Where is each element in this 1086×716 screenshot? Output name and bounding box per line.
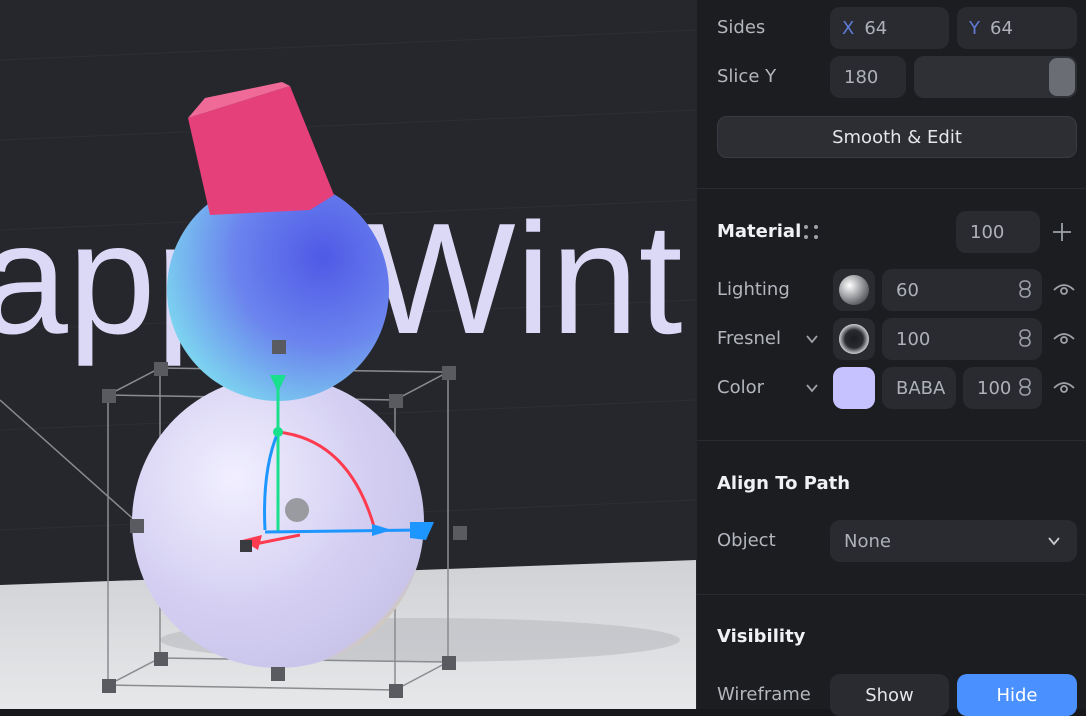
chevron-down-icon xyxy=(1048,537,1060,546)
y-axis-label: Y xyxy=(969,17,980,39)
wireframe-hide-button[interactable]: Hide xyxy=(957,674,1077,716)
fresnel-sphere-icon xyxy=(839,324,869,354)
link-icon[interactable] xyxy=(1018,279,1032,299)
sides-row: Sides X 64 Y 64 xyxy=(697,7,1086,49)
wireframe-show-button[interactable]: Show xyxy=(830,674,949,716)
smooth-edit-button[interactable]: Smooth & Edit xyxy=(717,116,1077,158)
properties-panel: Sides X 64 Y 64 Slice Y 180 Smooth & Edi… xyxy=(696,0,1086,716)
divider xyxy=(697,440,1086,441)
sides-y-field[interactable]: Y 64 xyxy=(957,7,1077,49)
sides-x-value: 64 xyxy=(864,17,888,39)
visibility-title: Visibility xyxy=(717,626,806,647)
lighting-label: Lighting xyxy=(717,279,790,300)
snowman-head[interactable] xyxy=(167,179,389,401)
sides-label: Sides xyxy=(717,17,766,38)
link-icon[interactable] xyxy=(1018,328,1032,348)
object-label: Object xyxy=(717,530,776,551)
eye-icon[interactable] xyxy=(1052,376,1076,400)
sides-y-value: 64 xyxy=(990,17,1013,39)
chevron-down-icon[interactable] xyxy=(805,381,819,395)
color-row: Color BABA 100 xyxy=(697,367,1086,409)
object-row: Object None xyxy=(697,520,1086,562)
slice-row: Slice Y 180 xyxy=(697,56,1086,98)
fresnel-preview[interactable] xyxy=(833,318,875,360)
color-swatch[interactable] xyxy=(833,367,875,409)
lighting-preview[interactable] xyxy=(833,269,875,311)
divider xyxy=(697,594,1086,595)
object-select[interactable]: None xyxy=(830,520,1077,562)
slice-slider[interactable] xyxy=(914,56,1077,98)
lighting-field[interactable]: 60 xyxy=(882,269,1042,311)
object-select-value: None xyxy=(844,530,891,552)
sphere-icon xyxy=(839,275,869,305)
lighting-row: Lighting 60 xyxy=(697,269,1086,311)
slice-slider-thumb[interactable] xyxy=(1049,58,1075,96)
scene-canvas[interactable]: appy Wint xyxy=(0,0,696,709)
grip-icon[interactable] xyxy=(802,223,820,241)
chevron-down-icon[interactable] xyxy=(805,332,819,346)
material-title: Material xyxy=(717,221,802,242)
fresnel-field[interactable]: 100 xyxy=(882,318,1042,360)
align-title: Align To Path xyxy=(717,473,851,494)
color-hex-value: BABA xyxy=(896,377,946,399)
fresnel-value: 100 xyxy=(896,328,931,350)
fresnel-label: Fresnel xyxy=(717,328,781,349)
divider xyxy=(697,188,1086,189)
slice-value-field[interactable]: 180 xyxy=(830,56,906,98)
color-opacity-field[interactable]: 100 xyxy=(963,367,1042,409)
link-icon[interactable] xyxy=(1018,377,1032,397)
sides-x-field[interactable]: X 64 xyxy=(830,7,949,49)
material-opacity-value: 100 xyxy=(970,221,1005,243)
color-opacity-value: 100 xyxy=(977,377,1012,399)
slice-label: Slice Y xyxy=(717,66,777,87)
x-axis-label: X xyxy=(842,17,855,39)
fresnel-row: Fresnel 100 xyxy=(697,318,1086,360)
material-header: Material 100 xyxy=(697,211,1086,253)
lighting-value: 60 xyxy=(896,279,919,301)
eye-icon[interactable] xyxy=(1052,278,1076,302)
3d-viewport[interactable]: appy Wint xyxy=(0,0,696,709)
material-opacity-field[interactable]: 100 xyxy=(956,211,1040,253)
wireframe-row: Wireframe Show Hide xyxy=(697,674,1086,716)
plus-icon[interactable] xyxy=(1052,222,1072,242)
wireframe-label: Wireframe xyxy=(717,684,811,705)
color-hex-field[interactable]: BABA xyxy=(882,367,956,409)
color-label: Color xyxy=(717,377,764,398)
eye-icon[interactable] xyxy=(1052,327,1076,351)
slice-value: 180 xyxy=(844,66,879,88)
